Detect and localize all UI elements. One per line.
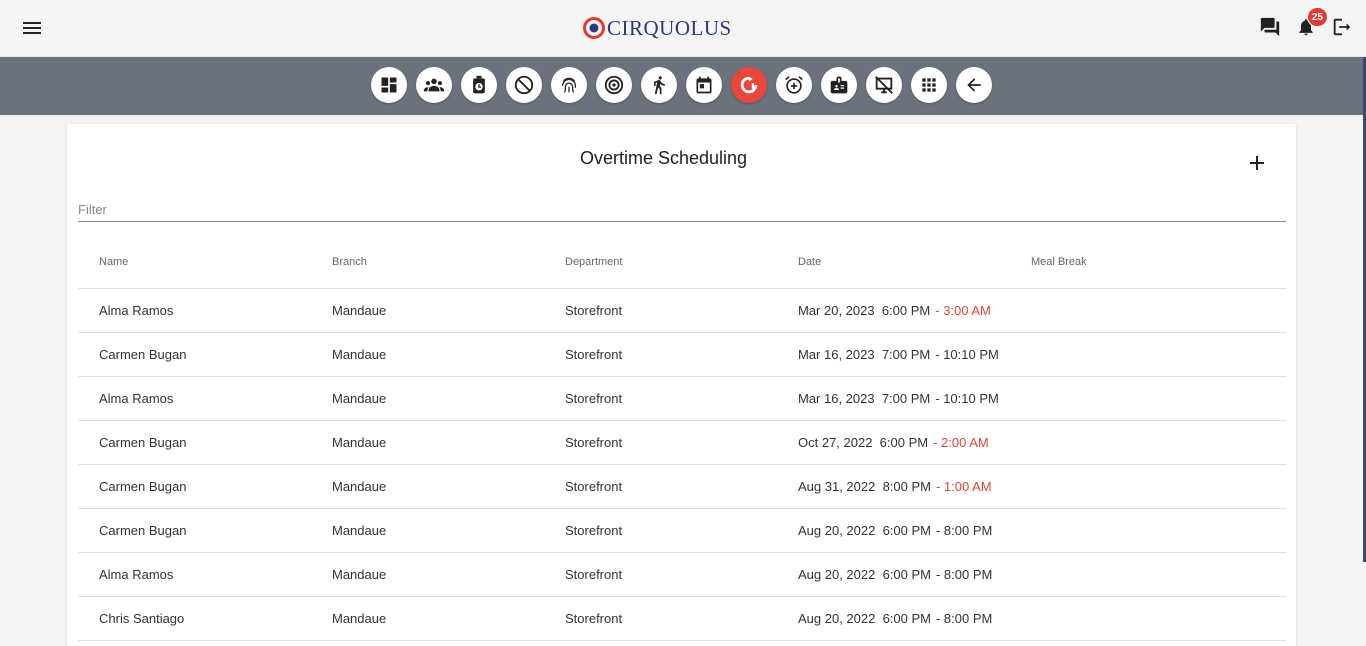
date-end: - 10:10 PM bbox=[935, 347, 999, 362]
date-end: - 1:00 AM bbox=[935, 479, 992, 494]
table-row[interactable]: Carmen Bugan Mandaue Storefront Mar 16, 202… bbox=[78, 333, 1286, 377]
cell-branch: Mandaue bbox=[332, 303, 387, 318]
cell-branch: Mandaue bbox=[332, 435, 387, 450]
notifications-icon[interactable]: 25 bbox=[1294, 7, 1328, 40]
target-icon[interactable] bbox=[596, 67, 632, 103]
filter-field[interactable] bbox=[78, 198, 1286, 222]
table-header: Name Branch Department Date Meal Break bbox=[78, 236, 1286, 289]
cell-name: Alma Ramos bbox=[99, 303, 174, 318]
logo-text: CIRQUOLUS bbox=[607, 15, 732, 40]
add-overtime-button[interactable] bbox=[1244, 150, 1270, 176]
table-row[interactable]: Carmen Bugan Mandaue Storefront Aug 31, 202… bbox=[78, 465, 1286, 509]
no-display-icon[interactable] bbox=[866, 67, 902, 103]
date-start: Mar 20, 2023 6:00 PM bbox=[798, 303, 931, 318]
filter-input[interactable] bbox=[78, 198, 1286, 220]
date-end: - 10:10 PM bbox=[935, 391, 999, 406]
app-header: CIRQUOLUS 25 bbox=[0, 0, 1366, 57]
column-header-branch[interactable]: Branch bbox=[332, 256, 565, 268]
cell-name: Carmen Bugan bbox=[99, 523, 187, 538]
table-row[interactable]: Alma Ramos Mandaue Storefront Mar 20, 2023 … bbox=[78, 289, 1286, 333]
date-start: Aug 20, 2022 6:00 PM bbox=[798, 611, 931, 626]
plus-icon bbox=[1250, 156, 1264, 170]
cell-department: Storefront bbox=[565, 303, 623, 318]
group-icon[interactable] bbox=[416, 67, 452, 103]
calendar-icon[interactable] bbox=[686, 67, 722, 103]
run-icon[interactable] bbox=[641, 67, 677, 103]
cell-name: Chris Santiago bbox=[99, 611, 185, 626]
date-start: Aug 20, 2022 6:00 PM bbox=[798, 523, 931, 538]
app-logo[interactable]: CIRQUOLUS bbox=[583, 14, 732, 42]
cell-name: Carmen Bugan bbox=[99, 435, 187, 450]
table-row[interactable]: Alma Ramos Mandaue Storefront Mar 16, 2023 … bbox=[78, 377, 1286, 421]
back-arrow-icon[interactable] bbox=[956, 67, 992, 103]
date-start: Oct 27, 2022 6:00 PM bbox=[798, 435, 929, 450]
table-row[interactable]: Carmen Bugan Mandaue Storefront Aug 20, 202… bbox=[78, 509, 1286, 553]
module-toolbar bbox=[0, 57, 1366, 115]
cell-date: Aug 20, 2022 6:00 PM - 8:00 PM bbox=[798, 611, 1031, 626]
column-header-department[interactable]: Department bbox=[565, 256, 798, 268]
cell-department: Storefront bbox=[565, 523, 623, 538]
cell-branch: Mandaue bbox=[332, 347, 387, 362]
overtime-icon[interactable] bbox=[731, 67, 767, 103]
cell-name: Carmen Bugan bbox=[99, 479, 187, 494]
column-header-name[interactable]: Name bbox=[78, 256, 332, 268]
cell-date: Aug 20, 2022 6:00 PM - 8:00 PM bbox=[798, 523, 1031, 538]
date-end: - 8:00 PM bbox=[935, 611, 993, 626]
table-body: Alma Ramos Mandaue Storefront Mar 20, 2023 … bbox=[78, 289, 1286, 641]
table-row[interactable]: Alma Ramos Mandaue Storefront Aug 20, 2022 … bbox=[78, 553, 1286, 597]
date-end: - 2:00 AM bbox=[933, 435, 989, 450]
cell-name: Carmen Bugan bbox=[99, 347, 187, 362]
column-header-date[interactable]: Date bbox=[798, 256, 1031, 268]
cell-branch: Mandaue bbox=[332, 523, 387, 538]
time-icon[interactable] bbox=[461, 67, 497, 103]
table-row[interactable]: Chris Santiago Mandaue Storefront Aug 20, 2… bbox=[78, 597, 1286, 641]
column-header-meal-break[interactable]: Meal Break bbox=[1031, 256, 1286, 268]
cell-department: Storefront bbox=[565, 479, 623, 494]
blocked-icon[interactable] bbox=[506, 67, 542, 103]
notification-count-badge: 25 bbox=[1306, 7, 1328, 27]
table-row[interactable]: Carmen Bugan Mandaue Storefront Oct 27, 202… bbox=[78, 421, 1286, 465]
cell-date: Mar 20, 2023 6:00 PM - 3:00 AM bbox=[798, 303, 1031, 318]
menu-icon[interactable] bbox=[20, 16, 44, 40]
logo-mark-icon bbox=[583, 17, 605, 39]
date-end: - 8:00 PM bbox=[935, 523, 993, 538]
overtime-scheduling-card: Overtime Scheduling Name Branch Departme… bbox=[67, 124, 1296, 646]
cell-date: Oct 27, 2022 6:00 PM - 2:00 AM bbox=[798, 435, 1031, 450]
date-end: - 3:00 AM bbox=[935, 303, 991, 318]
cell-name: Alma Ramos bbox=[99, 391, 174, 406]
cell-date: Mar 16, 2023 7:00 PM - 10:10 PM bbox=[798, 391, 1031, 406]
fingerprint-icon[interactable] bbox=[551, 67, 587, 103]
cell-department: Storefront bbox=[565, 391, 623, 406]
cell-date: Mar 16, 2023 7:00 PM - 10:10 PM bbox=[798, 347, 1031, 362]
date-start: Mar 16, 2023 7:00 PM bbox=[798, 391, 931, 406]
dashboard-icon[interactable] bbox=[371, 67, 407, 103]
page-title: Overtime Scheduling bbox=[579, 148, 748, 168]
cell-department: Storefront bbox=[565, 567, 623, 582]
cell-branch: Mandaue bbox=[332, 611, 387, 626]
cell-branch: Mandaue bbox=[332, 391, 387, 406]
cell-department: Storefront bbox=[565, 347, 623, 362]
date-start: Aug 31, 2022 8:00 PM bbox=[798, 479, 931, 494]
apps-icon[interactable] bbox=[911, 67, 947, 103]
cell-branch: Mandaue bbox=[332, 567, 387, 582]
cell-date: Aug 20, 2022 6:00 PM - 8:00 PM bbox=[798, 567, 1031, 582]
cell-name: Alma Ramos bbox=[99, 567, 174, 582]
overtime-table: Name Branch Department Date Meal Break A… bbox=[78, 236, 1286, 641]
date-start: Aug 20, 2022 6:00 PM bbox=[798, 567, 931, 582]
alarm-add-icon[interactable] bbox=[776, 67, 812, 103]
logout-icon[interactable] bbox=[1330, 14, 1354, 40]
cell-department: Storefront bbox=[565, 611, 623, 626]
date-end: - 8:00 PM bbox=[935, 567, 993, 582]
cell-department: Storefront bbox=[565, 435, 623, 450]
badge-icon[interactable] bbox=[821, 67, 857, 103]
cell-branch: Mandaue bbox=[332, 479, 387, 494]
date-start: Mar 16, 2023 7:00 PM bbox=[798, 347, 931, 362]
cell-date: Aug 31, 2022 8:00 PM - 1:00 AM bbox=[798, 479, 1031, 494]
chat-icon[interactable] bbox=[1258, 14, 1282, 40]
